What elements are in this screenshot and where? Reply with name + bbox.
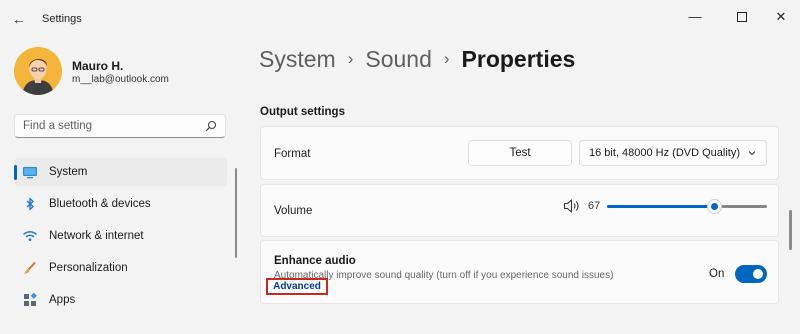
apps-icon xyxy=(24,292,37,306)
sidebar-scrollbar[interactable] xyxy=(235,168,237,258)
format-dropdown[interactable]: 16 bit, 48000 Hz (DVD Quality) xyxy=(579,140,767,166)
chevron-right-icon: › xyxy=(443,49,450,68)
breadcrumb-sound[interactable]: Sound xyxy=(365,46,432,72)
speaker-icon[interactable] xyxy=(563,198,581,214)
test-button[interactable]: Test xyxy=(468,140,572,166)
search-icon xyxy=(205,120,217,132)
sidebar-item-label: System xyxy=(49,166,88,178)
section-title: Output settings xyxy=(260,106,345,118)
minimize-button[interactable]: — xyxy=(683,7,707,27)
sidebar-item-personalization[interactable]: Personalization xyxy=(14,254,227,282)
close-button[interactable]: ✕ xyxy=(769,7,793,27)
active-indicator xyxy=(14,165,17,180)
window-title: Settings xyxy=(42,13,82,25)
bluetooth-icon xyxy=(26,197,34,211)
sidebar-item-label: Bluetooth & devices xyxy=(49,198,151,210)
volume-value: 67 xyxy=(588,200,601,212)
wifi-icon xyxy=(23,231,37,241)
search-input[interactable]: Find a setting xyxy=(14,114,226,138)
enhance-audio-toggle[interactable] xyxy=(735,265,767,283)
back-arrow-icon[interactable]: ← xyxy=(12,11,26,27)
volume-card: Volume 67 xyxy=(260,184,779,237)
sidebar-item-bluetooth[interactable]: Bluetooth & devices xyxy=(14,190,227,218)
breadcrumb-system[interactable]: System xyxy=(259,46,336,72)
content-scrollbar[interactable] xyxy=(789,210,792,250)
sidebar-item-network[interactable]: Network & internet xyxy=(14,222,227,250)
advanced-link[interactable]: Advanced xyxy=(266,278,328,295)
sidebar-item-label: Apps xyxy=(49,294,76,306)
volume-slider[interactable] xyxy=(607,199,767,214)
system-icon xyxy=(23,167,37,179)
user-name: Mauro H. xyxy=(72,59,124,73)
user-email: m__lab@outlook.com xyxy=(72,74,169,85)
breadcrumb: System › Sound › Properties xyxy=(259,46,575,73)
volume-slider-fill xyxy=(607,205,715,208)
toggle-knob xyxy=(753,269,763,279)
toggle-state-label: On xyxy=(709,268,725,280)
format-card: Format Test 16 bit, 48000 Hz (DVD Qualit… xyxy=(260,126,779,180)
format-label: Format xyxy=(274,148,311,160)
format-value: 16 bit, 48000 Hz (DVD Quality) xyxy=(589,147,741,159)
chevron-down-icon xyxy=(748,151,756,156)
volume-label: Volume xyxy=(274,205,313,217)
search-placeholder: Find a setting xyxy=(23,120,93,132)
page-title: Properties xyxy=(461,46,576,72)
title-bar: ← Settings — ✕ xyxy=(0,0,800,36)
sidebar-item-system[interactable]: System xyxy=(14,158,227,186)
sidebar-item-label: Personalization xyxy=(49,262,128,274)
volume-slider-thumb[interactable] xyxy=(707,199,723,214)
sidebar-item-apps[interactable]: Apps xyxy=(14,286,227,314)
avatar[interactable] xyxy=(14,47,62,95)
enhance-audio-card: Enhance audio Automatically improve soun… xyxy=(260,240,779,304)
brush-icon xyxy=(24,261,36,274)
enhance-audio-title: Enhance audio xyxy=(274,255,356,267)
chevron-right-icon: › xyxy=(347,49,354,68)
sidebar-item-label: Network & internet xyxy=(49,230,144,242)
maximize-button[interactable] xyxy=(730,7,754,27)
user-avatar-icon xyxy=(14,47,62,95)
